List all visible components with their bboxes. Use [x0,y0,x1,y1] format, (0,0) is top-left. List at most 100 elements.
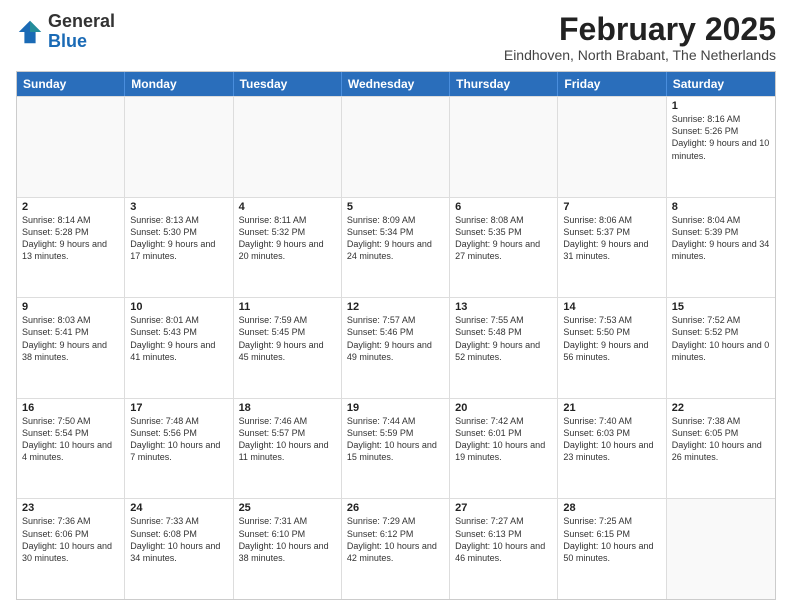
cal-cell-r4-c0: 23Sunrise: 7:36 AM Sunset: 6:06 PM Dayli… [17,499,125,599]
cal-cell-r1-c0: 2Sunrise: 8:14 AM Sunset: 5:28 PM Daylig… [17,198,125,298]
day-info: Sunrise: 7:31 AM Sunset: 6:10 PM Dayligh… [239,515,336,564]
header-monday: Monday [125,72,233,96]
cal-cell-r0-c4 [450,97,558,197]
day-number: 11 [239,301,336,313]
day-number: 23 [22,502,119,514]
day-info: Sunrise: 7:53 AM Sunset: 5:50 PM Dayligh… [563,314,660,363]
cal-row-2: 9Sunrise: 8:03 AM Sunset: 5:41 PM Daylig… [17,297,775,398]
header-saturday: Saturday [667,72,775,96]
cal-cell-r1-c6: 8Sunrise: 8:04 AM Sunset: 5:39 PM Daylig… [667,198,775,298]
day-number: 25 [239,502,336,514]
day-info: Sunrise: 7:29 AM Sunset: 6:12 PM Dayligh… [347,515,444,564]
day-number: 3 [130,201,227,213]
day-info: Sunrise: 8:04 AM Sunset: 5:39 PM Dayligh… [672,214,770,263]
day-number: 8 [672,201,770,213]
cal-cell-r3-c4: 20Sunrise: 7:42 AM Sunset: 6:01 PM Dayli… [450,399,558,499]
cal-cell-r0-c3 [342,97,450,197]
cal-cell-r2-c4: 13Sunrise: 7:55 AM Sunset: 5:48 PM Dayli… [450,298,558,398]
cal-cell-r3-c3: 19Sunrise: 7:44 AM Sunset: 5:59 PM Dayli… [342,399,450,499]
cal-cell-r4-c4: 27Sunrise: 7:27 AM Sunset: 6:13 PM Dayli… [450,499,558,599]
day-info: Sunrise: 7:42 AM Sunset: 6:01 PM Dayligh… [455,415,552,464]
day-number: 6 [455,201,552,213]
day-number: 1 [672,100,770,112]
day-info: Sunrise: 7:36 AM Sunset: 6:06 PM Dayligh… [22,515,119,564]
logo-blue-text: Blue [48,31,87,51]
day-number: 26 [347,502,444,514]
day-info: Sunrise: 8:13 AM Sunset: 5:30 PM Dayligh… [130,214,227,263]
cal-row-1: 2Sunrise: 8:14 AM Sunset: 5:28 PM Daylig… [17,197,775,298]
day-info: Sunrise: 8:03 AM Sunset: 5:41 PM Dayligh… [22,314,119,363]
logo-icon [16,18,44,46]
cal-cell-r2-c2: 11Sunrise: 7:59 AM Sunset: 5:45 PM Dayli… [234,298,342,398]
calendar-header: Sunday Monday Tuesday Wednesday Thursday… [17,72,775,96]
day-info: Sunrise: 7:27 AM Sunset: 6:13 PM Dayligh… [455,515,552,564]
day-info: Sunrise: 8:08 AM Sunset: 5:35 PM Dayligh… [455,214,552,263]
day-number: 7 [563,201,660,213]
day-number: 10 [130,301,227,313]
cal-row-4: 23Sunrise: 7:36 AM Sunset: 6:06 PM Dayli… [17,498,775,599]
cal-row-0: 1Sunrise: 8:16 AM Sunset: 5:26 PM Daylig… [17,96,775,197]
cal-cell-r1-c1: 3Sunrise: 8:13 AM Sunset: 5:30 PM Daylig… [125,198,233,298]
cal-cell-r2-c1: 10Sunrise: 8:01 AM Sunset: 5:43 PM Dayli… [125,298,233,398]
cal-cell-r0-c5 [558,97,666,197]
header-thursday: Thursday [450,72,558,96]
month-title: February 2025 [504,12,776,47]
location-text: Eindhoven, North Brabant, The Netherland… [504,47,776,63]
day-number: 22 [672,402,770,414]
cal-cell-r0-c6: 1Sunrise: 8:16 AM Sunset: 5:26 PM Daylig… [667,97,775,197]
day-number: 21 [563,402,660,414]
header-friday: Friday [558,72,666,96]
day-number: 2 [22,201,119,213]
day-info: Sunrise: 8:11 AM Sunset: 5:32 PM Dayligh… [239,214,336,263]
cal-cell-r3-c0: 16Sunrise: 7:50 AM Sunset: 5:54 PM Dayli… [17,399,125,499]
day-number: 16 [22,402,119,414]
cal-cell-r2-c5: 14Sunrise: 7:53 AM Sunset: 5:50 PM Dayli… [558,298,666,398]
day-number: 13 [455,301,552,313]
day-info: Sunrise: 7:25 AM Sunset: 6:15 PM Dayligh… [563,515,660,564]
cal-cell-r1-c4: 6Sunrise: 8:08 AM Sunset: 5:35 PM Daylig… [450,198,558,298]
day-number: 20 [455,402,552,414]
day-info: Sunrise: 7:48 AM Sunset: 5:56 PM Dayligh… [130,415,227,464]
cal-cell-r4-c5: 28Sunrise: 7:25 AM Sunset: 6:15 PM Dayli… [558,499,666,599]
day-info: Sunrise: 8:16 AM Sunset: 5:26 PM Dayligh… [672,113,770,162]
day-info: Sunrise: 7:44 AM Sunset: 5:59 PM Dayligh… [347,415,444,464]
day-number: 14 [563,301,660,313]
day-number: 5 [347,201,444,213]
cal-cell-r2-c3: 12Sunrise: 7:57 AM Sunset: 5:46 PM Dayli… [342,298,450,398]
day-number: 17 [130,402,227,414]
day-number: 19 [347,402,444,414]
header-wednesday: Wednesday [342,72,450,96]
day-info: Sunrise: 8:14 AM Sunset: 5:28 PM Dayligh… [22,214,119,263]
header: General Blue February 2025 Eindhoven, No… [16,12,776,63]
day-info: Sunrise: 7:33 AM Sunset: 6:08 PM Dayligh… [130,515,227,564]
day-info: Sunrise: 7:38 AM Sunset: 6:05 PM Dayligh… [672,415,770,464]
day-number: 24 [130,502,227,514]
cal-cell-r2-c6: 15Sunrise: 7:52 AM Sunset: 5:52 PM Dayli… [667,298,775,398]
page: General Blue February 2025 Eindhoven, No… [0,0,792,612]
day-info: Sunrise: 7:59 AM Sunset: 5:45 PM Dayligh… [239,314,336,363]
day-info: Sunrise: 7:52 AM Sunset: 5:52 PM Dayligh… [672,314,770,363]
day-number: 15 [672,301,770,313]
logo: General Blue [16,12,115,52]
cal-cell-r4-c2: 25Sunrise: 7:31 AM Sunset: 6:10 PM Dayli… [234,499,342,599]
logo-text: General Blue [48,12,115,52]
calendar-body: 1Sunrise: 8:16 AM Sunset: 5:26 PM Daylig… [17,96,775,599]
day-info: Sunrise: 7:57 AM Sunset: 5:46 PM Dayligh… [347,314,444,363]
cal-cell-r4-c3: 26Sunrise: 7:29 AM Sunset: 6:12 PM Dayli… [342,499,450,599]
header-sunday: Sunday [17,72,125,96]
cal-cell-r1-c2: 4Sunrise: 8:11 AM Sunset: 5:32 PM Daylig… [234,198,342,298]
cal-cell-r2-c0: 9Sunrise: 8:03 AM Sunset: 5:41 PM Daylig… [17,298,125,398]
day-info: Sunrise: 7:40 AM Sunset: 6:03 PM Dayligh… [563,415,660,464]
day-number: 12 [347,301,444,313]
cal-cell-r0-c2 [234,97,342,197]
day-info: Sunrise: 8:01 AM Sunset: 5:43 PM Dayligh… [130,314,227,363]
day-info: Sunrise: 8:09 AM Sunset: 5:34 PM Dayligh… [347,214,444,263]
title-block: February 2025 Eindhoven, North Brabant, … [504,12,776,63]
day-info: Sunrise: 7:50 AM Sunset: 5:54 PM Dayligh… [22,415,119,464]
day-info: Sunrise: 7:46 AM Sunset: 5:57 PM Dayligh… [239,415,336,464]
cal-cell-r4-c6 [667,499,775,599]
cal-cell-r3-c2: 18Sunrise: 7:46 AM Sunset: 5:57 PM Dayli… [234,399,342,499]
cal-row-3: 16Sunrise: 7:50 AM Sunset: 5:54 PM Dayli… [17,398,775,499]
day-info: Sunrise: 7:55 AM Sunset: 5:48 PM Dayligh… [455,314,552,363]
cal-cell-r3-c6: 22Sunrise: 7:38 AM Sunset: 6:05 PM Dayli… [667,399,775,499]
